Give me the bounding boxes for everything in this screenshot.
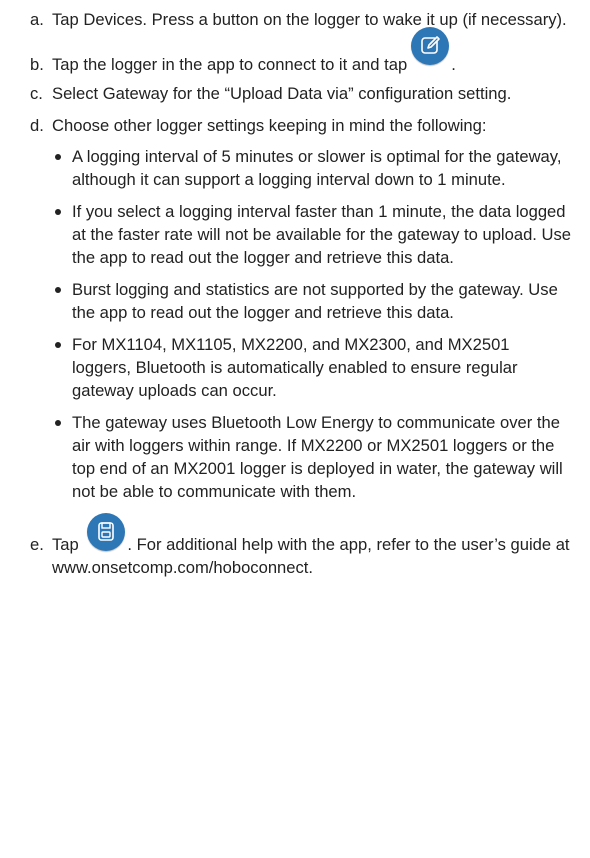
- step-c: c. Select Gateway for the “Upload Data v…: [0, 82, 590, 105]
- step-letter: d.: [30, 116, 44, 135]
- step-text: Tap Devices. Press a button on the logge…: [52, 10, 567, 29]
- step-e: e. Tap . For additional help with the ap…: [0, 513, 590, 579]
- step-b: b. Tap the logger in the app to connect …: [0, 27, 590, 76]
- save-icon: [87, 513, 126, 551]
- step-text: Tap the logger in the app to connect to …: [52, 55, 408, 74]
- bullet-item: A logging interval of 5 minutes or slowe…: [52, 145, 572, 191]
- bullet-text: If you select a logging interval faster …: [72, 202, 572, 267]
- step-letter: e.: [30, 535, 44, 554]
- edit-icon-graphic: [421, 36, 440, 54]
- edit-icon-wrap: [407, 27, 451, 76]
- step-letter: c.: [30, 84, 43, 103]
- bullet-dot-icon: [55, 209, 61, 215]
- bullet-dot-icon: [55, 420, 61, 426]
- save-icon-graphic: [98, 522, 115, 541]
- bullet-item: Burst logging and statistics are not sup…: [52, 278, 572, 324]
- step-text-end: .: [451, 55, 456, 74]
- bullet-text: For MX1104, MX1105, MX2200, and MX2300, …: [72, 335, 518, 400]
- step-d: d. Choose other logger settings keeping …: [0, 114, 590, 503]
- step-text: Choose other logger settings keeping in …: [52, 116, 487, 135]
- bullet-item: For MX1104, MX1105, MX2200, and MX2300, …: [52, 333, 572, 402]
- edit-icon: [411, 27, 450, 65]
- instructions-page: a. Tap Devices. Press a button on the lo…: [0, 0, 590, 858]
- bullet-dot-icon: [55, 287, 61, 293]
- bullet-text: The gateway uses Bluetooth Low Energy to…: [72, 413, 563, 501]
- step-a: a. Tap Devices. Press a button on the lo…: [0, 8, 590, 31]
- bullet-text: A logging interval of 5 minutes or slowe…: [72, 147, 562, 189]
- bullet-dot-icon: [55, 154, 61, 160]
- step-letter: b.: [30, 55, 44, 74]
- step-text: Select Gateway for the “Upload Data via”…: [52, 84, 512, 103]
- save-icon-wrap: [83, 513, 127, 556]
- step-text: Tap: [52, 535, 79, 554]
- step-letter: a.: [30, 10, 44, 29]
- bullet-item: If you select a logging interval faster …: [52, 200, 572, 269]
- bullet-dot-icon: [55, 342, 61, 348]
- bullet-item: The gateway uses Bluetooth Low Energy to…: [52, 411, 572, 503]
- bullet-list: A logging interval of 5 minutes or slowe…: [52, 145, 572, 503]
- step-text-end: . For additional help with the app, refe…: [52, 535, 570, 577]
- bullet-text: Burst logging and statistics are not sup…: [72, 280, 558, 322]
